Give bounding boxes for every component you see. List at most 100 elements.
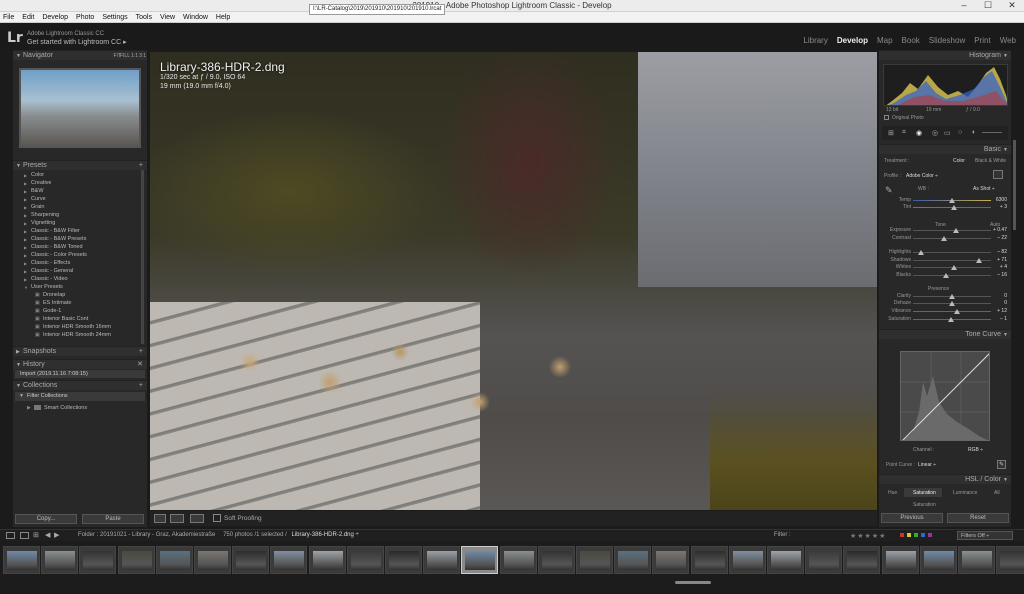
menu-view[interactable]: View: [160, 14, 175, 21]
navigator-preview[interactable]: [19, 68, 141, 148]
filmstrip-thumbnail[interactable]: [461, 546, 499, 574]
slider-value[interactable]: 0: [1004, 293, 1007, 299]
snapshots-header[interactable]: ▶ Snapshots +: [13, 346, 147, 356]
presets-header[interactable]: ▼ Presets +: [13, 160, 147, 170]
minimize-button[interactable]: –: [952, 0, 976, 12]
clear-history-icon[interactable]: ✕: [137, 360, 143, 370]
filmstrip-thumbnail[interactable]: [919, 546, 957, 574]
filmstrip-thumbnail[interactable]: [346, 546, 384, 574]
collection-smart[interactable]: Smart Collections: [44, 405, 87, 411]
slider-knob[interactable]: [917, 250, 924, 255]
filmstrip-thumbnail[interactable]: [996, 546, 1024, 574]
filmstrip-thumbnail[interactable]: [232, 546, 270, 574]
slider-track[interactable]: [913, 301, 991, 306]
graduated-filter-icon[interactable]: ▭: [944, 129, 951, 137]
zoom-1-1[interactable]: 1:1: [131, 51, 138, 61]
preset-folder[interactable]: ▶ Curve: [24, 196, 46, 202]
user-preset-item[interactable]: ▣ Dronelap: [35, 292, 65, 298]
filmstrip-thumbnail[interactable]: [155, 546, 193, 574]
filmstrip-thumbnail[interactable]: [194, 546, 231, 574]
grid-small-icon[interactable]: ⊞: [33, 531, 39, 539]
slider-value[interactable]: – 22: [997, 235, 1007, 241]
color-label-blue[interactable]: [921, 533, 925, 537]
navigator-header[interactable]: ▼ Navigator FIT FILL 1:1 3:1: [13, 50, 147, 60]
preset-folder[interactable]: ▶ Classic - Effects: [24, 260, 70, 266]
filmstrip-selected-file[interactable]: Library-386-HDR-2.dng ÷: [291, 532, 358, 538]
slider-knob[interactable]: [941, 236, 948, 241]
filmstrip-thumbnail[interactable]: [499, 546, 537, 574]
menu-tools[interactable]: Tools: [136, 14, 152, 21]
filmstrip-thumbnail[interactable]: [423, 546, 461, 574]
soft-proofing-checkbox[interactable]: [213, 514, 221, 522]
slider-track[interactable]: [913, 236, 991, 241]
slider-track[interactable]: [913, 294, 991, 299]
point-curve-edit-icon[interactable]: ✎: [997, 460, 1006, 469]
filmstrip-folder[interactable]: Folder : 20191021 - Library - Graz, Akad…: [78, 532, 215, 538]
basic-header[interactable]: Basic ▼: [879, 144, 1011, 154]
tone-curve-header[interactable]: Tone Curve ▼: [879, 329, 1011, 339]
slider-track[interactable]: [913, 228, 991, 233]
hsl-tab-hue[interactable]: Hue: [888, 490, 897, 496]
preset-folder[interactable]: ▶ B&W: [24, 188, 44, 194]
identity-get-started-link[interactable]: Get started with Lightroom CC ▸: [27, 38, 127, 46]
radial-filter-icon[interactable]: ○: [958, 129, 962, 136]
preset-folder[interactable]: ▶ Classic - B&W Toned: [24, 244, 83, 250]
slider-value[interactable]: + 12: [997, 308, 1007, 314]
point-curve-dropdown[interactable]: Linear ÷: [918, 462, 936, 468]
slider-knob[interactable]: [949, 198, 955, 203]
channel-dropdown[interactable]: RGB ÷: [968, 447, 983, 453]
slider-track[interactable]: [913, 198, 991, 203]
module-print[interactable]: Print: [974, 36, 990, 45]
module-library[interactable]: Library: [803, 36, 827, 45]
preset-folder[interactable]: ▶ Vignetting: [24, 220, 55, 226]
slider-value[interactable]: – 82: [997, 249, 1007, 255]
filmstrip-thumbnail[interactable]: [308, 546, 346, 574]
slider-knob[interactable]: [953, 309, 960, 314]
filmstrip-thumbnail[interactable]: [3, 546, 40, 574]
slider-knob[interactable]: [950, 205, 957, 210]
hsl-tab-all[interactable]: All: [994, 490, 1000, 496]
collection-filter[interactable]: Filter Collections: [15, 392, 145, 401]
hsl-tab-saturation[interactable]: Saturation: [913, 490, 936, 496]
slider-value[interactable]: – 1: [1000, 316, 1007, 322]
color-label-yellow[interactable]: [907, 533, 911, 537]
slider-track[interactable]: [913, 273, 991, 278]
menu-help[interactable]: Help: [216, 14, 230, 21]
filmstrip-thumbnail[interactable]: [270, 546, 308, 574]
before-after-toggle-icon[interactable]: [190, 514, 204, 523]
filmstrip-thumbnail[interactable]: [41, 546, 79, 574]
preset-folder[interactable]: ▼ User Presets: [24, 284, 63, 290]
add-snapshot-icon[interactable]: +: [139, 347, 143, 357]
histogram[interactable]: [883, 64, 1008, 106]
user-preset-item[interactable]: ▣ Interior Basic Cont: [35, 316, 88, 322]
brush-icon[interactable]: ◐: [972, 129, 976, 136]
slider-value[interactable]: 0: [1004, 300, 1007, 306]
filmstrip-thumbnail[interactable]: [79, 546, 117, 574]
user-preset-item[interactable]: ▣ Interior HDR Smooth 16mm: [35, 324, 111, 330]
user-preset-item[interactable]: ▣ ES Intimate: [35, 300, 71, 306]
slider-knob[interactable]: [950, 265, 957, 270]
filmstrip-scrollbar[interactable]: [675, 581, 711, 584]
history-item[interactable]: Import (2019.11.16 7:08:15): [15, 370, 145, 378]
preset-folder[interactable]: ▶ Classic - B&W Presets: [24, 236, 86, 242]
filmstrip-thumbnail[interactable]: [652, 546, 690, 574]
slider-knob[interactable]: [948, 317, 955, 322]
before-after-icon[interactable]: [170, 514, 184, 523]
presets-scrollbar[interactable]: [141, 170, 144, 344]
filmstrip-thumbnail[interactable]: [843, 546, 881, 574]
color-label-red[interactable]: [900, 533, 904, 537]
preset-folder[interactable]: ▶ Creative: [24, 180, 51, 186]
close-button[interactable]: ✕: [1000, 0, 1024, 12]
slider-value[interactable]: + 3: [1000, 204, 1007, 210]
color-label-green[interactable]: [914, 533, 918, 537]
back-arrow-icon[interactable]: ◀: [45, 531, 50, 539]
slider-value[interactable]: – 16: [997, 272, 1007, 278]
previous-button[interactable]: Previous: [881, 513, 943, 523]
slider-track[interactable]: [913, 317, 991, 322]
profile-dropdown[interactable]: Adobe Color ÷: [906, 173, 938, 179]
preset-folder[interactable]: ▶ Sharpening: [24, 212, 59, 218]
loupe-view-icon[interactable]: [154, 514, 166, 523]
user-preset-item[interactable]: ▣ Gode-1: [35, 308, 61, 314]
filmstrip-thumbnail[interactable]: [881, 546, 919, 574]
main-photo[interactable]: [150, 52, 877, 510]
